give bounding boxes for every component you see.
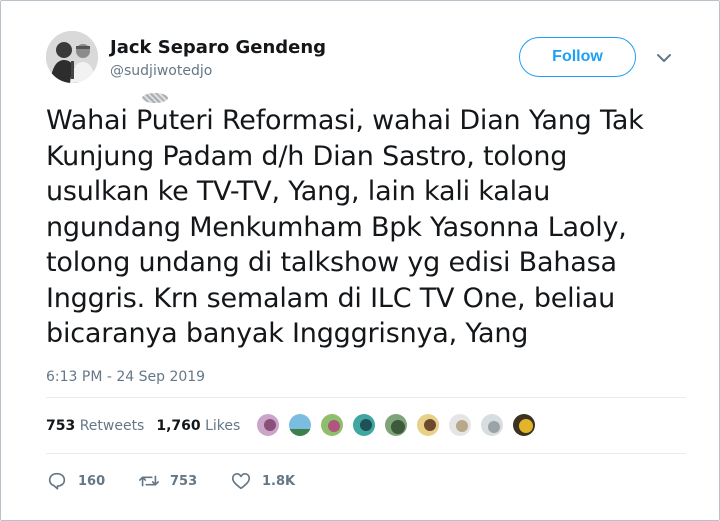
like-count: 1.8K	[262, 473, 296, 489]
retweet-button[interactable]: 753	[138, 470, 230, 492]
tweet-timestamp[interactable]: 6:13 PM - 24 Sep 2019	[46, 369, 205, 385]
liker-avatar[interactable]	[255, 412, 281, 438]
likes-label[interactable]: Likes	[205, 418, 240, 434]
author-name[interactable]: Jack Separo Gendeng	[110, 37, 326, 58]
retweet-icon	[139, 475, 159, 487]
author-handle[interactable]: @sudjiwotedjo	[110, 63, 212, 79]
divider	[46, 453, 686, 454]
liker-avatar[interactable]	[447, 412, 473, 438]
divider	[46, 397, 686, 398]
reply-icon	[48, 472, 66, 490]
likers-avatars	[255, 412, 543, 438]
like-button[interactable]: 1.8K	[230, 470, 322, 492]
tweet-text: Wahai Puteri Reformasi, wahai Dian Yang …	[46, 105, 644, 349]
avatar[interactable]	[46, 31, 98, 83]
liker-avatar[interactable]	[351, 412, 377, 438]
retweets-label[interactable]: Retweets	[80, 418, 145, 434]
retweets-count[interactable]: 753	[46, 418, 75, 434]
liker-avatar[interactable]	[511, 412, 537, 438]
liker-avatar[interactable]	[479, 412, 505, 438]
liker-avatar[interactable]	[415, 412, 441, 438]
tweet-actions: 160 753 1.8K	[46, 470, 322, 492]
liker-avatar[interactable]	[319, 412, 345, 438]
tweet-stats: 753 Retweets 1,760 Likes	[46, 418, 240, 434]
reply-button[interactable]: 160	[46, 470, 138, 492]
liker-avatar[interactable]	[287, 412, 313, 438]
follow-button[interactable]: Follow	[519, 37, 636, 77]
likes-count[interactable]: 1,760	[156, 418, 200, 434]
retweet-count: 753	[170, 473, 198, 489]
liker-avatar[interactable]	[383, 412, 409, 438]
like-icon	[231, 473, 251, 490]
chevron-down-icon[interactable]	[655, 50, 673, 64]
reply-count: 160	[78, 473, 106, 489]
image-artifact	[142, 93, 168, 103]
